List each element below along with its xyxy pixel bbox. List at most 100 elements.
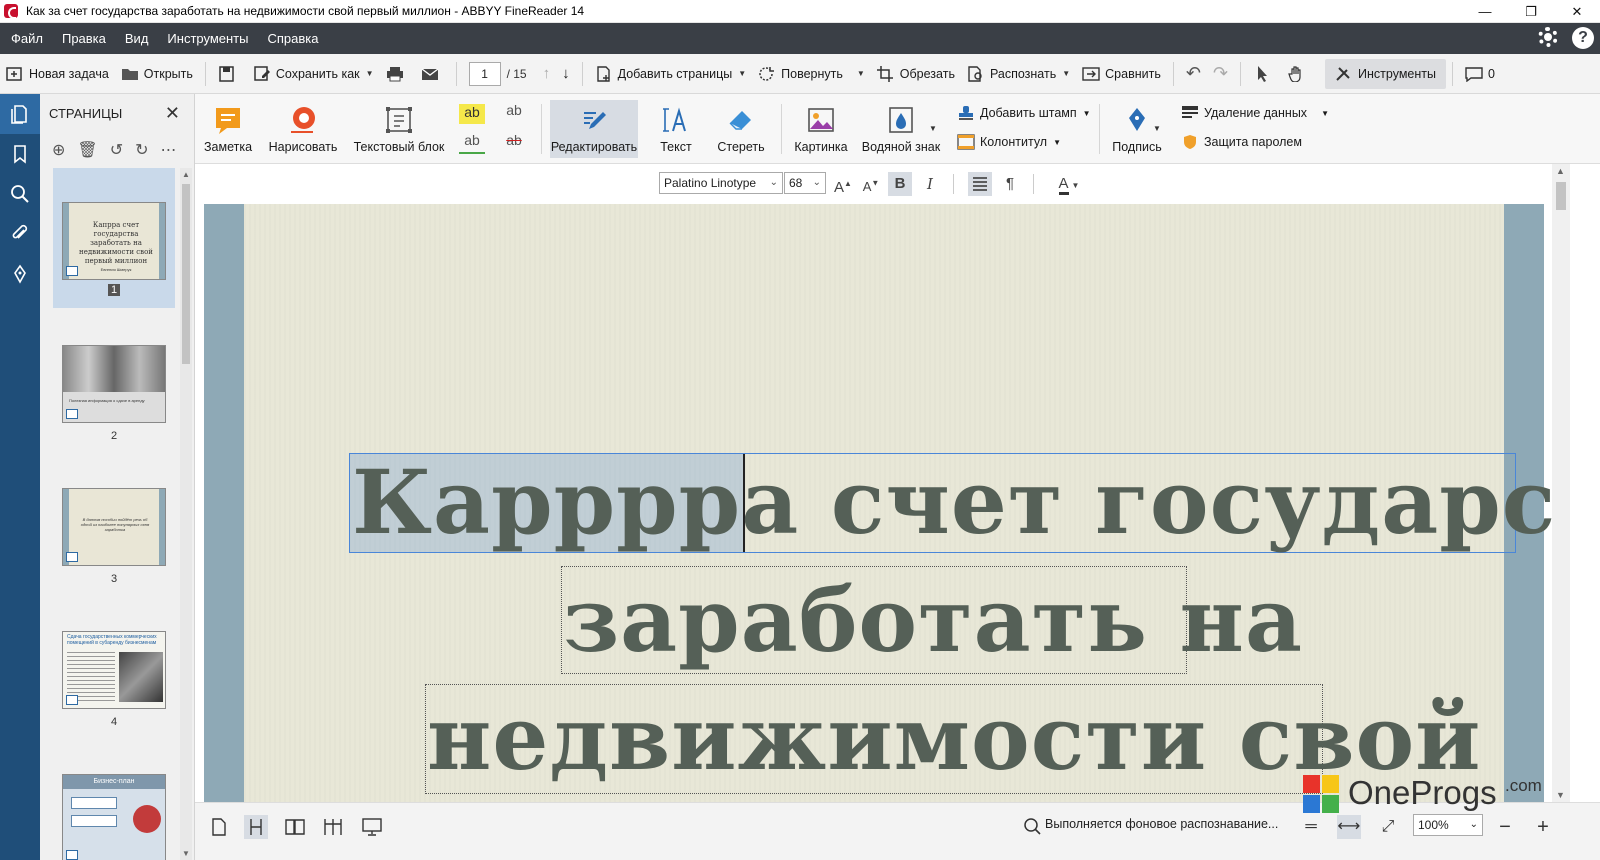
password-protect-button[interactable]: Защита паролем (1181, 134, 1302, 150)
print-button[interactable] (380, 59, 415, 89)
crop-button[interactable]: Обрезать (871, 59, 961, 89)
email-button[interactable] (415, 59, 450, 89)
scroll-down-icon[interactable]: ▼ (182, 849, 190, 858)
edit-mode-button[interactable]: Редактировать (550, 100, 638, 158)
page-thumbnail[interactable]: Бизнес-план (53, 740, 175, 860)
compare-button[interactable]: Сравнить (1076, 59, 1167, 89)
redact-data-button[interactable]: Удаление данных ▼ (1181, 105, 1329, 121)
recognize-button[interactable]: Распознать ▼ (961, 59, 1076, 89)
scroll-view-button[interactable] (244, 815, 268, 839)
page-thumbnail[interactable]: Сдача государственных коммерческих помещ… (53, 597, 175, 737)
font-color-button[interactable]: A ▼ (1051, 172, 1087, 196)
note-button[interactable]: Заметка (203, 100, 253, 158)
previous-page-button[interactable]: ↑ (537, 59, 557, 89)
add-pages-button[interactable]: Добавить страницы ▼ (589, 59, 753, 89)
page-thumbnail[interactable]: В данном пособии пойдёт речь об одной из… (53, 454, 175, 594)
document-page[interactable]: Карррра счет государства заработать на н… (204, 204, 1552, 802)
minimize-button[interactable]: — (1462, 0, 1508, 23)
select-tool-button[interactable] (1247, 59, 1282, 89)
scrollbar-thumb[interactable] (182, 184, 190, 364)
font-size-select[interactable]: 68 ⌄ (784, 172, 826, 194)
font-family-select[interactable]: Palatino Linotype ⌄ (659, 172, 783, 194)
chevron-down-icon[interactable]: ▼ (1153, 124, 1161, 133)
chevron-down-icon[interactable]: ▼ (366, 69, 374, 78)
rotate-left-icon[interactable]: ↺ (110, 140, 123, 160)
text-line-1[interactable]: Карррра счет государства (352, 454, 1552, 550)
hand-tool-button[interactable] (1282, 59, 1317, 89)
new-task-button[interactable]: Новая задача (0, 59, 115, 89)
insert-text-button[interactable]: ab (501, 102, 527, 124)
single-page-view-button[interactable] (207, 815, 231, 839)
header-footer-button[interactable]: Колонтитул ▼ (957, 134, 1061, 150)
settings-gear-icon[interactable] (1538, 27, 1558, 47)
zoom-select[interactable]: 100% ⌄ (1413, 814, 1483, 836)
chevron-down-icon[interactable]: ▼ (1062, 69, 1070, 78)
text-tool-button[interactable]: Текст (653, 100, 699, 158)
zoom-out-button[interactable]: − (1493, 815, 1517, 839)
scroll-up-icon[interactable]: ▲ (182, 170, 190, 179)
erase-button[interactable]: Стереть (713, 100, 769, 158)
underline-text-button[interactable]: ab (459, 132, 485, 154)
close-panel-icon[interactable]: ✕ (165, 103, 180, 124)
chevron-down-icon[interactable]: ▼ (857, 69, 865, 78)
selected-text[interactable]: Карррра (352, 450, 799, 554)
text-line-1-rest[interactable]: счет государства (799, 450, 1552, 554)
rotate-button[interactable]: Повернуть ▼ (752, 59, 871, 89)
increase-font-button[interactable]: A▲ (831, 172, 855, 196)
menu-edit[interactable]: Правка (54, 31, 114, 46)
scrollbar-thumb[interactable] (1556, 182, 1566, 210)
help-icon[interactable]: ? (1572, 27, 1594, 49)
zoom-in-button[interactable]: + (1531, 815, 1555, 839)
italic-button[interactable]: I (918, 172, 942, 196)
maximize-button[interactable]: ❐ (1508, 0, 1554, 23)
decrease-font-button[interactable]: A▼ (859, 172, 883, 196)
add-page-icon[interactable]: ⊕ (52, 140, 65, 160)
chevron-down-icon[interactable]: ▼ (738, 69, 746, 78)
highlight-text-button[interactable]: ab (459, 104, 485, 124)
document-view[interactable]: Карррра счет государства заработать на н… (195, 202, 1552, 802)
search-nav-button[interactable] (0, 174, 40, 214)
strikethrough-text-button[interactable]: ab (501, 132, 527, 154)
rotate-right-icon[interactable]: ↻ (135, 140, 148, 160)
chevron-down-icon[interactable]: ▼ (1321, 109, 1329, 118)
open-button[interactable]: Открыть (115, 59, 199, 89)
bookmarks-nav-button[interactable] (0, 134, 40, 174)
close-window-button[interactable]: ✕ (1554, 0, 1600, 23)
chevron-down-icon[interactable]: ▼ (1083, 109, 1091, 118)
more-options-icon[interactable]: ⋯ (161, 140, 177, 160)
chevron-down-icon[interactable]: ▼ (1053, 138, 1061, 147)
save-button[interactable] (212, 59, 247, 89)
chevron-down-icon[interactable]: ▼ (929, 124, 937, 133)
undo-button[interactable]: ↶ (1180, 59, 1207, 89)
pages-nav-button[interactable] (0, 94, 40, 134)
page-number-input[interactable]: 1 (468, 61, 501, 86)
fit-page-width-button[interactable]: ⟷ (1337, 815, 1361, 839)
next-page-button[interactable]: ↓ (556, 59, 576, 89)
pages-panel-scrollbar[interactable]: ▲ ▼ (180, 168, 192, 860)
attachments-nav-button[interactable] (0, 214, 40, 254)
comments-button[interactable]: 0 (1459, 59, 1501, 89)
redo-button[interactable]: ↷ (1207, 59, 1234, 89)
save-as-button[interactable]: Сохранить как ▼ (247, 59, 380, 89)
menu-help[interactable]: Справка (259, 31, 326, 46)
fullscreen-button[interactable]: ⤢ (1376, 815, 1400, 839)
menu-view[interactable]: Вид (117, 31, 157, 46)
bold-button[interactable]: B (888, 172, 912, 196)
menu-file[interactable]: Файл (3, 31, 51, 46)
scroll-up-icon[interactable]: ▲ (1556, 166, 1565, 176)
text-block-button[interactable]: Текстовый блок (353, 100, 445, 158)
presentation-view-button[interactable] (360, 815, 384, 839)
two-page-scroll-button[interactable] (321, 815, 345, 839)
paragraph-button[interactable]: ¶ (998, 172, 1022, 196)
line-spacing-button[interactable] (968, 172, 992, 196)
document-scrollbar[interactable]: ▲ ▼ (1552, 164, 1570, 802)
page-thumbnail[interactable]: Полезная информация о сдаче в аренду 2 (53, 311, 175, 451)
page-thumbnail[interactable]: Капрра счет государства заработать на не… (53, 168, 175, 308)
tools-button[interactable]: Инструменты (1325, 58, 1446, 89)
picture-button[interactable]: Картинка (791, 100, 851, 158)
delete-page-icon[interactable]: 🗑 (77, 140, 97, 160)
add-stamp-button[interactable]: Добавить штамп ▼ (957, 105, 1091, 121)
menu-tools[interactable]: Инструменты (159, 31, 256, 46)
draw-button[interactable]: Нарисовать (267, 100, 339, 158)
signatures-nav-button[interactable] (0, 254, 40, 294)
